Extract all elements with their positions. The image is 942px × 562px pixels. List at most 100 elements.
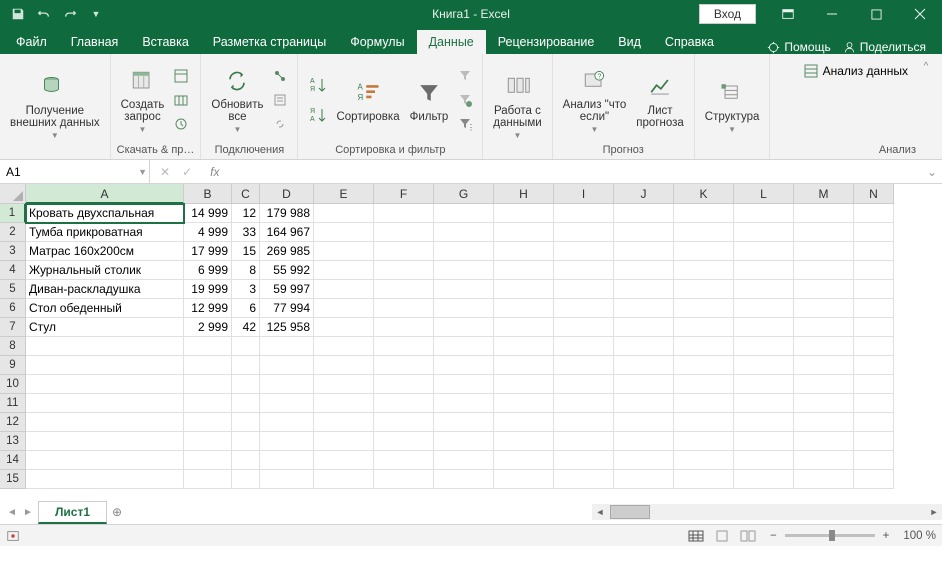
cell-I2[interactable]: [554, 223, 614, 242]
horizontal-scrollbar[interactable]: ◄ ►: [592, 504, 942, 520]
cell-G10[interactable]: [434, 375, 494, 394]
row-header-4[interactable]: 4: [0, 261, 26, 280]
page-break-view-icon[interactable]: [740, 530, 756, 542]
cell-G9[interactable]: [434, 356, 494, 375]
cell-B12[interactable]: [184, 413, 232, 432]
col-header-E[interactable]: E: [314, 184, 374, 204]
cell-K14[interactable]: [674, 451, 734, 470]
cell-J5[interactable]: [614, 280, 674, 299]
cell-D1[interactable]: 179 988: [260, 204, 314, 223]
cell-J9[interactable]: [614, 356, 674, 375]
cell-B4[interactable]: 6 999: [184, 261, 232, 280]
cell-H13[interactable]: [494, 432, 554, 451]
cell-A8[interactable]: [26, 337, 184, 356]
cell-L1[interactable]: [734, 204, 794, 223]
cell-N1[interactable]: [854, 204, 894, 223]
cell-N4[interactable]: [854, 261, 894, 280]
page-layout-view-icon[interactable]: [714, 530, 730, 542]
cell-B6[interactable]: 12 999: [184, 299, 232, 318]
col-header-C[interactable]: C: [232, 184, 260, 204]
cell-L9[interactable]: [734, 356, 794, 375]
menu-tab-файл[interactable]: Файл: [4, 30, 59, 54]
cell-H12[interactable]: [494, 413, 554, 432]
cell-N14[interactable]: [854, 451, 894, 470]
cell-M11[interactable]: [794, 394, 854, 413]
cell-F3[interactable]: [374, 242, 434, 261]
edit-links-button[interactable]: [269, 113, 291, 135]
cell-I3[interactable]: [554, 242, 614, 261]
cell-D4[interactable]: 55 992: [260, 261, 314, 280]
cell-A13[interactable]: [26, 432, 184, 451]
cell-B11[interactable]: [184, 394, 232, 413]
cell-N10[interactable]: [854, 375, 894, 394]
redo-icon[interactable]: [60, 4, 80, 24]
cell-E3[interactable]: [314, 242, 374, 261]
cell-G15[interactable]: [434, 470, 494, 489]
col-header-A[interactable]: A: [26, 184, 184, 204]
cell-B3[interactable]: 17 999: [184, 242, 232, 261]
add-sheet-icon[interactable]: ⊕: [107, 505, 127, 519]
cell-B5[interactable]: 19 999: [184, 280, 232, 299]
cell-F14[interactable]: [374, 451, 434, 470]
menu-tab-рецензирование[interactable]: Рецензирование: [486, 30, 607, 54]
cell-B13[interactable]: [184, 432, 232, 451]
sort-button[interactable]: АЯ Сортировка: [332, 63, 403, 137]
cell-K4[interactable]: [674, 261, 734, 280]
cell-L8[interactable]: [734, 337, 794, 356]
scroll-left-icon[interactable]: ◄: [592, 504, 608, 520]
cell-D13[interactable]: [260, 432, 314, 451]
cell-G8[interactable]: [434, 337, 494, 356]
login-button[interactable]: Вход: [699, 4, 756, 24]
cell-F2[interactable]: [374, 223, 434, 242]
cell-I14[interactable]: [554, 451, 614, 470]
cell-C4[interactable]: 8: [232, 261, 260, 280]
expand-formula-icon[interactable]: ⌄: [922, 165, 942, 179]
clear-filter-button[interactable]: [454, 65, 476, 87]
cell-H9[interactable]: [494, 356, 554, 375]
prev-sheet-icon[interactable]: ◄: [4, 507, 20, 518]
cell-J1[interactable]: [614, 204, 674, 223]
menu-tab-главная[interactable]: Главная: [59, 30, 131, 54]
cell-F11[interactable]: [374, 394, 434, 413]
cell-I7[interactable]: [554, 318, 614, 337]
hscroll-thumb[interactable]: [610, 505, 650, 519]
cell-I9[interactable]: [554, 356, 614, 375]
cell-J12[interactable]: [614, 413, 674, 432]
get-external-data-button[interactable]: Получение внешних данных ▼: [6, 69, 104, 143]
cell-C7[interactable]: 42: [232, 318, 260, 337]
cell-M15[interactable]: [794, 470, 854, 489]
cell-K10[interactable]: [674, 375, 734, 394]
cell-A6[interactable]: Стол обеденный: [26, 299, 184, 318]
cell-D5[interactable]: 59 997: [260, 280, 314, 299]
zoom-out-icon[interactable]: −: [770, 530, 777, 542]
row-header-2[interactable]: 2: [0, 223, 26, 242]
cell-L6[interactable]: [734, 299, 794, 318]
formula-input[interactable]: [227, 165, 922, 179]
cell-A4[interactable]: Журнальный столик: [26, 261, 184, 280]
cell-N8[interactable]: [854, 337, 894, 356]
cell-C15[interactable]: [232, 470, 260, 489]
cell-D11[interactable]: [260, 394, 314, 413]
row-header-14[interactable]: 14: [0, 451, 26, 470]
cell-H14[interactable]: [494, 451, 554, 470]
row-header-5[interactable]: 5: [0, 280, 26, 299]
fx-icon[interactable]: fx: [202, 165, 227, 179]
filter-button[interactable]: Фильтр: [406, 63, 453, 137]
ribbon-options-icon[interactable]: [766, 0, 810, 28]
cell-D8[interactable]: [260, 337, 314, 356]
cell-L11[interactable]: [734, 394, 794, 413]
cell-K12[interactable]: [674, 413, 734, 432]
cell-A14[interactable]: [26, 451, 184, 470]
cell-I10[interactable]: [554, 375, 614, 394]
zoom-slider[interactable]: [785, 534, 875, 537]
cell-D7[interactable]: 125 958: [260, 318, 314, 337]
cell-F6[interactable]: [374, 299, 434, 318]
cell-A3[interactable]: Матрас 160х200см: [26, 242, 184, 261]
cell-C3[interactable]: 15: [232, 242, 260, 261]
cell-F15[interactable]: [374, 470, 434, 489]
cell-J2[interactable]: [614, 223, 674, 242]
recent-sources-button[interactable]: [170, 113, 192, 135]
row-header-1[interactable]: 1: [0, 204, 26, 223]
cell-A2[interactable]: Тумба прикроватная: [26, 223, 184, 242]
cell-H6[interactable]: [494, 299, 554, 318]
